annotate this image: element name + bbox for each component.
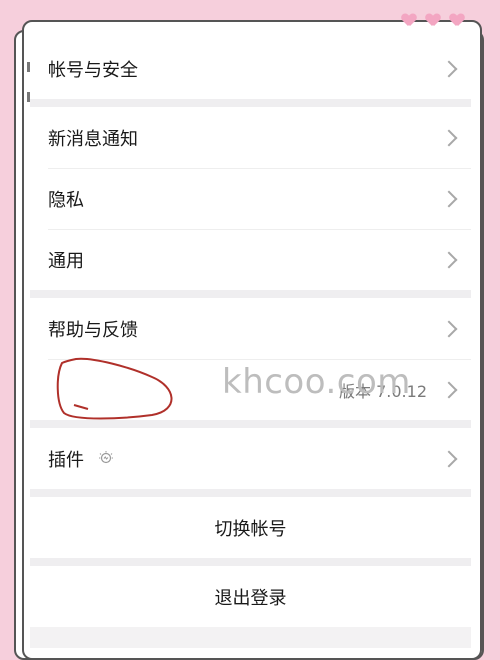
group-account: 帐号与安全	[30, 38, 471, 99]
row-general[interactable]: 通用	[30, 229, 471, 290]
row-account-security[interactable]: 帐号与安全	[30, 38, 471, 99]
row-new-message-notify[interactable]: 新消息通知	[30, 107, 471, 168]
row-label: 新消息通知	[48, 128, 138, 150]
section-gap	[30, 99, 471, 107]
heart-icon	[402, 14, 416, 26]
chevron-right-icon	[440, 60, 458, 77]
section-gap	[30, 420, 471, 428]
lightbulb-icon	[98, 450, 113, 463]
chevron-right-icon	[440, 381, 458, 398]
section-gap	[30, 290, 471, 298]
group-logout: 退出登录	[30, 566, 471, 627]
row-privacy[interactable]: 隐私	[30, 168, 471, 229]
watermark-text: khcoo.com	[222, 362, 411, 402]
chevron-right-icon	[440, 129, 458, 146]
row-label: 插件	[48, 449, 84, 471]
heart-icon	[450, 14, 464, 26]
row-help-feedback[interactable]: 帮助与反馈	[30, 298, 471, 359]
redaction-scribble	[56, 357, 173, 420]
group-plugins: 插件	[30, 428, 471, 489]
switch-account-button[interactable]: 切换帐号	[30, 497, 471, 558]
heart-icon	[426, 14, 440, 26]
group-preferences: 新消息通知 隐私 通用	[30, 107, 471, 290]
row-label: 帐号与安全	[48, 59, 138, 81]
button-label: 切换帐号	[214, 518, 287, 540]
settings-list: 帐号与安全 新消息通知 隐私 通用 帮助与反馈 版本 7.0.12 插件 切换帐…	[30, 38, 471, 648]
row-label: 隐私	[48, 189, 84, 211]
logout-button[interactable]: 退出登录	[30, 566, 471, 627]
row-label: 通用	[48, 250, 84, 272]
chevron-right-icon	[440, 320, 458, 337]
row-plugins[interactable]: 插件	[30, 428, 471, 489]
group-switch-account: 切换帐号	[30, 497, 471, 558]
chevron-right-icon	[440, 251, 458, 268]
row-label: 帮助与反馈	[48, 319, 138, 341]
chevron-right-icon	[440, 190, 458, 207]
section-gap	[30, 489, 471, 497]
decor-hearts	[402, 14, 464, 26]
chevron-right-icon	[440, 450, 458, 467]
section-gap	[30, 558, 471, 566]
button-label: 退出登录	[214, 587, 287, 609]
